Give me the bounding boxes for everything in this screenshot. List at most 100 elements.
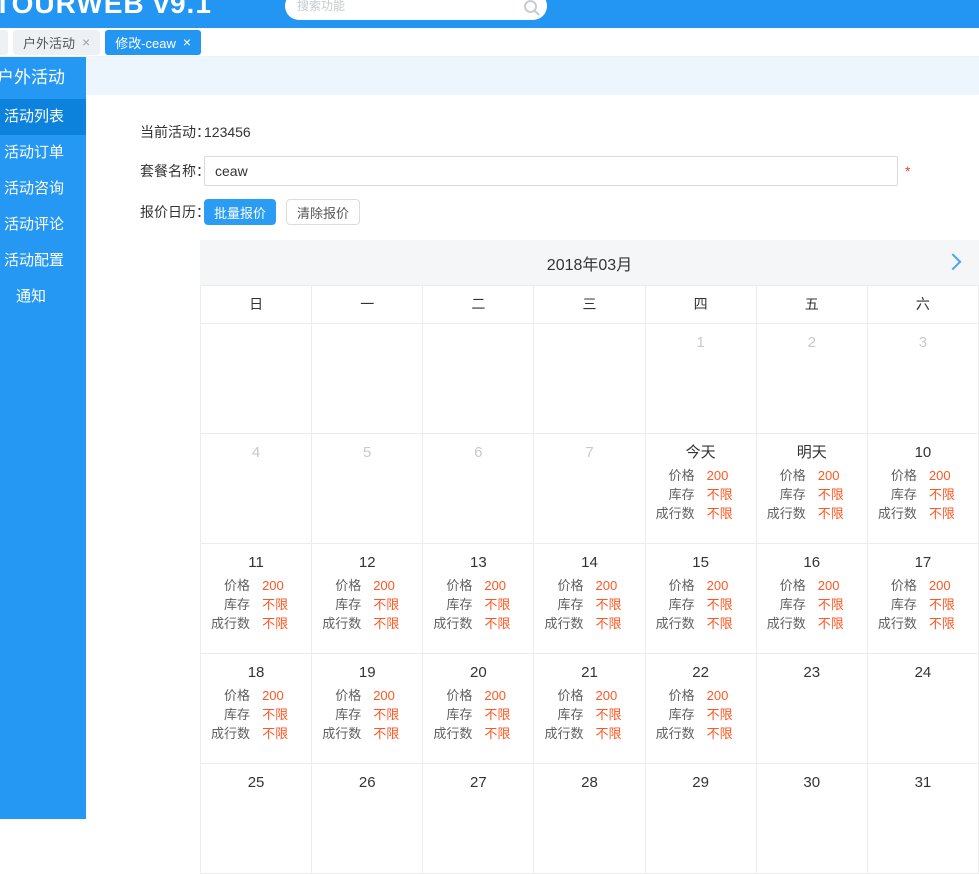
calendar-cell-22[interactable]: 22价格200库存不限成行数不限 xyxy=(646,654,757,764)
calendar-cell-28[interactable]: 28 xyxy=(534,764,645,874)
calendar-date-label: 20 xyxy=(423,663,533,683)
calendar-date-label: 明天 xyxy=(757,443,867,463)
stock-label: 库存 xyxy=(201,595,256,614)
sidebar-item-notice[interactable]: 通知 xyxy=(0,279,86,315)
price-row: 价格200 xyxy=(423,576,533,595)
calendar-cell-27[interactable]: 27 xyxy=(423,764,534,874)
stock-value: 不限 xyxy=(367,705,422,724)
stock-value: 不限 xyxy=(589,595,644,614)
group-value: 不限 xyxy=(589,614,644,633)
stock-value: 不限 xyxy=(701,485,756,504)
calendar-cell-price-info: 价格200库存不限成行数不限 xyxy=(312,576,422,633)
group-value: 不限 xyxy=(701,724,756,743)
calendar-weekday-header: 日一二三四五六 xyxy=(200,285,979,324)
calendar-date-label: 31 xyxy=(868,773,978,793)
sidebar-item-activity-config[interactable]: 活动配置 xyxy=(0,243,86,279)
stock-value: 不限 xyxy=(701,705,756,724)
calendar-date-label: 2 xyxy=(757,333,867,353)
group-row: 成行数不限 xyxy=(534,614,644,633)
search-icon[interactable] xyxy=(524,0,537,13)
calendar-cell-18[interactable]: 18 价格200库存不限成行数不限 xyxy=(201,654,312,764)
stock-label: 库存 xyxy=(646,485,701,504)
calendar-week-row: 18价格200库存不限成行数不限19价格200库存不限成行数不限20价格200库… xyxy=(200,654,979,764)
tab-close-icon[interactable]: × xyxy=(183,34,191,50)
next-month-icon[interactable] xyxy=(945,253,962,270)
calendar-cell-31[interactable]: 31 xyxy=(868,764,979,874)
calendar-week-row: 4567今天价格200库存不限成行数不限明天价格200库存不限成行数不限10价格… xyxy=(200,434,979,544)
calendar-cell-30[interactable]: 30 xyxy=(757,764,868,874)
price-value: 200 xyxy=(367,686,422,705)
search-input[interactable] xyxy=(295,0,524,14)
tab-home[interactable]: 首页 xyxy=(0,30,8,55)
stock-label: 库存 xyxy=(646,705,701,724)
calendar-cell-24[interactable]: 24 xyxy=(868,654,979,764)
sidebar-item-activity-comments[interactable]: 活动评论 xyxy=(0,207,86,243)
group-row: 成行数不限 xyxy=(646,614,756,633)
stock-row: 库存不限 xyxy=(868,485,978,504)
calendar-date-label: 18 xyxy=(201,663,311,683)
calendar-cell-15[interactable]: 15价格200库存不限成行数不限 xyxy=(646,544,757,654)
calendar-cell-今天[interactable]: 今天价格200库存不限成行数不限 xyxy=(646,434,757,544)
group-row: 成行数不限 xyxy=(423,614,533,633)
calendar-cell-明天[interactable]: 明天价格200库存不限成行数不限 xyxy=(757,434,868,544)
group-value: 不限 xyxy=(923,614,978,633)
group-row: 成行数不限 xyxy=(312,614,422,633)
calendar-cell-26[interactable]: 26 xyxy=(312,764,423,874)
calendar-cell-3: 3 xyxy=(868,324,979,434)
package-name-input[interactable] xyxy=(204,156,898,186)
calendar-cell-19[interactable]: 19价格200库存不限成行数不限 xyxy=(312,654,423,764)
stock-row: 库存不限 xyxy=(534,705,644,724)
group-label: 成行数 xyxy=(534,614,589,633)
calendar-cell-17[interactable]: 17价格200库存不限成行数不限 xyxy=(868,544,979,654)
price-row: 价格200 xyxy=(534,686,644,705)
price-calendar-row: 报价日历： 批量报价 清除报价 xyxy=(140,199,979,225)
group-row: 成行数不限 xyxy=(868,504,978,523)
group-value: 不限 xyxy=(589,724,644,743)
required-asterisk: * xyxy=(905,163,910,179)
sidebar-item-activity-orders[interactable]: 活动订单 xyxy=(0,135,86,171)
price-label: 价格 xyxy=(757,576,812,595)
calendar-cell-14[interactable]: 14价格200库存不限成行数不限 xyxy=(534,544,645,654)
calendar-cell-21[interactable]: 21价格200库存不限成行数不限 xyxy=(534,654,645,764)
global-search[interactable] xyxy=(285,0,547,20)
tab-close-icon[interactable]: × xyxy=(82,34,90,50)
calendar-cell-1: 1 xyxy=(646,324,757,434)
calendar-cell-10[interactable]: 10价格200库存不限成行数不限 xyxy=(868,434,979,544)
stock-label: 库存 xyxy=(201,705,256,724)
group-label: 成行数 xyxy=(312,614,367,633)
stock-value: 不限 xyxy=(923,485,978,504)
group-value: 不限 xyxy=(256,614,311,633)
sidebar-item-activity-consult[interactable]: 活动咨询 xyxy=(0,171,86,207)
stock-row: 库存不限 xyxy=(646,595,756,614)
calendar-cell-29[interactable]: 29 xyxy=(646,764,757,874)
stock-row: 库存不限 xyxy=(757,595,867,614)
sidebar-section-outdoor-activities[interactable]: 户外活动 xyxy=(0,57,86,99)
tab-outdoor-activities[interactable]: 户外活动× xyxy=(13,30,100,55)
tab-edit-ceaw[interactable]: 修改-ceaw× xyxy=(105,30,201,55)
stock-label: 库存 xyxy=(646,595,701,614)
price-label: 价格 xyxy=(312,686,367,705)
calendar-cell-price-info: 价格200库存不限成行数不限 xyxy=(868,576,978,633)
sidebar-item-activity-list[interactable]: 活动列表 xyxy=(0,99,86,135)
calendar-cell-12[interactable]: 12价格200库存不限成行数不限 xyxy=(312,544,423,654)
calendar-cell-11[interactable]: 11价格200库存不限成行数不限 xyxy=(201,544,312,654)
price-label: 价格 xyxy=(312,576,367,595)
weekday-header-cell: 二 xyxy=(423,286,534,324)
calendar-cell-13[interactable]: 13价格200库存不限成行数不限 xyxy=(423,544,534,654)
stock-row: 库存不限 xyxy=(868,595,978,614)
app-logo: TOURWEB v9.1 xyxy=(0,0,212,20)
group-label: 成行数 xyxy=(201,614,256,633)
price-row: 价格200 xyxy=(646,686,756,705)
price-value: 200 xyxy=(701,686,756,705)
calendar-cell-price-info: 价格200库存不限成行数不限 xyxy=(201,686,311,743)
price-label: 价格 xyxy=(423,576,478,595)
calendar-cell-23[interactable]: 23 xyxy=(757,654,868,764)
price-label: 价格 xyxy=(757,466,812,485)
batch-price-button[interactable]: 批量报价 xyxy=(204,199,276,225)
calendar-cell-16[interactable]: 16价格200库存不限成行数不限 xyxy=(757,544,868,654)
calendar-date-label: 25 xyxy=(201,773,311,793)
calendar-cell-20[interactable]: 20价格200库存不限成行数不限 xyxy=(423,654,534,764)
calendar-cell-25[interactable]: 25 xyxy=(201,764,312,874)
clear-price-button[interactable]: 清除报价 xyxy=(286,199,360,225)
weekday-header-cell: 三 xyxy=(534,286,645,324)
